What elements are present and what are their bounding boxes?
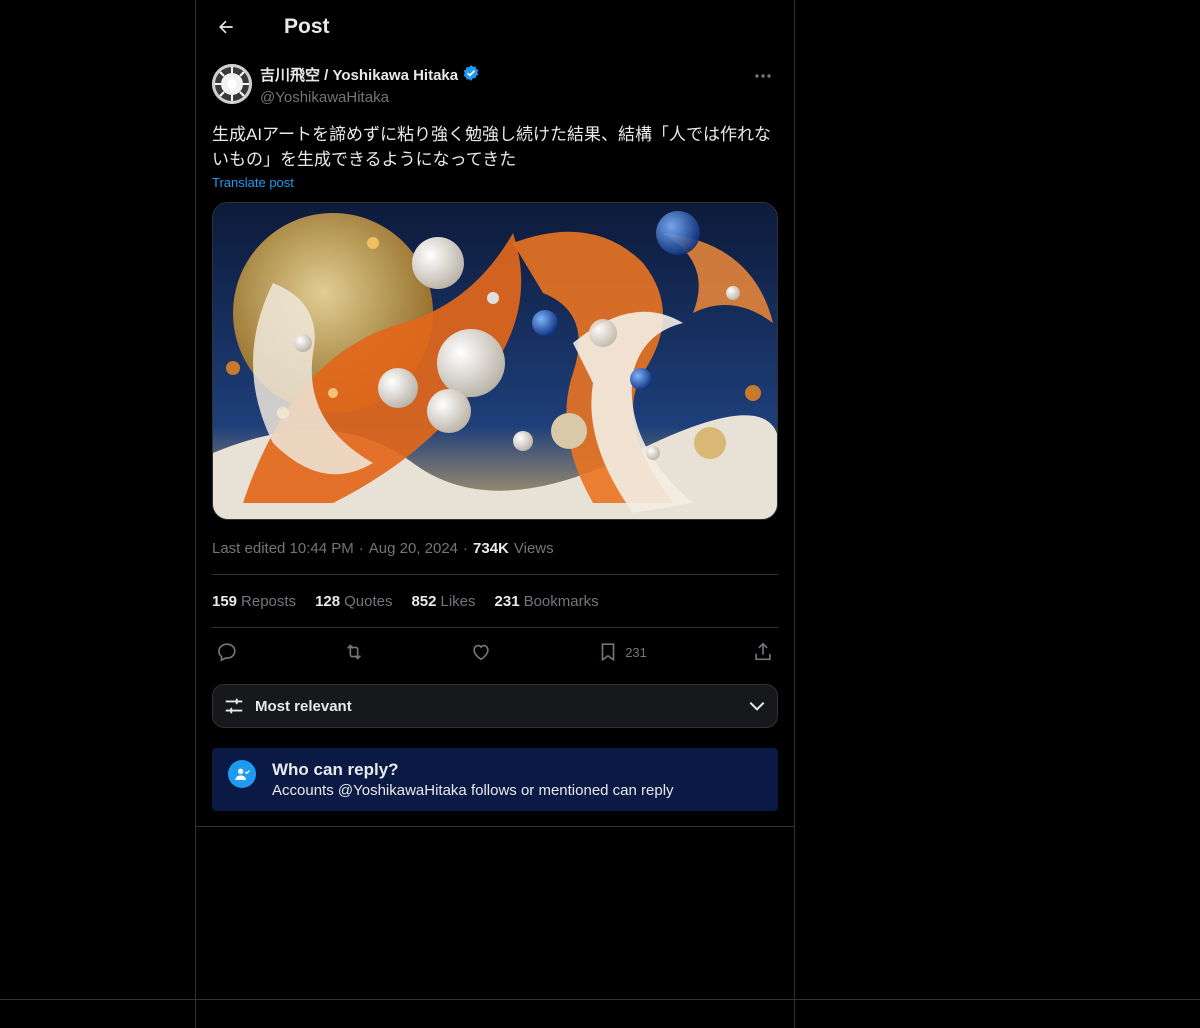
back-arrow-icon[interactable]: [212, 13, 240, 41]
bookmark-count: 231: [625, 644, 647, 660]
sliders-icon: [225, 698, 243, 714]
post-text: 生成AIアートを諦めずに粘り強く勉強し続けた結果、結構「人では作れないもの」を生…: [212, 125, 772, 169]
avatar[interactable]: [212, 64, 252, 104]
more-options-icon[interactable]: [748, 64, 778, 88]
views-label: Views: [513, 539, 554, 557]
reply-notice-title: Who can reply?: [272, 760, 399, 779]
post-meta: Last edited 10:44 PM · Aug 20, 2024 · 73…: [212, 538, 778, 558]
repost-button[interactable]: [343, 641, 365, 663]
bookmarks-stat[interactable]: 231 Bookmarks: [495, 593, 599, 610]
views-count: 734K: [473, 539, 509, 557]
bookmark-icon: [601, 643, 615, 662]
author-name[interactable]: 吉川飛空 / Yoshikawa Hitaka: [260, 66, 458, 86]
post: 吉川飛空 / Yoshikawa Hitaka @YoshikawaHitaka…: [196, 64, 794, 811]
engagement-stats: 159 Reposts 128 Quotes 852 Likes 231 Bookmar…: [212, 575, 778, 627]
reply-sort-dropdown[interactable]: Most relevant: [212, 684, 778, 728]
author-handle[interactable]: @YoshikawaHitaka: [260, 88, 748, 108]
page-title: Post: [284, 15, 330, 38]
like-button[interactable]: [470, 641, 492, 663]
share-button[interactable]: [752, 641, 774, 663]
bookmark-button[interactable]: 231: [597, 641, 647, 663]
reposts-stat[interactable]: 159 Reposts: [212, 593, 296, 610]
heart-icon: [473, 644, 489, 661]
page-header: Post: [196, 0, 794, 54]
author-name-line: 吉川飛空 / Yoshikawa Hitaka: [260, 64, 748, 88]
divider: [0, 999, 1200, 1000]
reply-notice-subtitle: Accounts @YoshikawaHitaka follows or men…: [272, 782, 674, 799]
post-image[interactable]: [212, 202, 778, 520]
quotes-stat[interactable]: 128 Quotes: [315, 593, 392, 610]
main-column: Post 吉川飛空 / Yoshikawa Hitaka @YoshikawaH…: [195, 0, 795, 1028]
edited-time[interactable]: Last edited 10:44 PM: [212, 540, 354, 557]
divider: [196, 826, 794, 827]
meta-separator: ·: [358, 539, 364, 557]
share-icon: [755, 642, 771, 661]
action-bar: 231: [212, 628, 778, 676]
likes-stat[interactable]: 852 Likes: [411, 593, 475, 610]
repost-icon: [347, 644, 362, 660]
author-info: 吉川飛空 / Yoshikawa Hitaka @YoshikawaHitaka: [260, 64, 748, 108]
person-icon: [228, 760, 256, 788]
post-date[interactable]: Aug 20, 2024: [369, 540, 458, 557]
sort-label: Most relevant: [255, 697, 352, 715]
reply-restriction-notice: Who can reply? Accounts @YoshikawaHitaka…: [212, 748, 778, 811]
author-row: 吉川飛空 / Yoshikawa Hitaka @YoshikawaHitaka: [212, 64, 778, 108]
reply-button[interactable]: [216, 641, 238, 663]
translate-post-link[interactable]: Translate post: [212, 175, 294, 190]
chevron-down-icon: [749, 701, 765, 711]
meta-separator: ·: [463, 539, 469, 557]
reply-notice-text: Who can reply? Accounts @YoshikawaHitaka…: [272, 760, 674, 802]
reply-icon: [218, 643, 236, 662]
verified-badge-icon: [462, 64, 480, 88]
